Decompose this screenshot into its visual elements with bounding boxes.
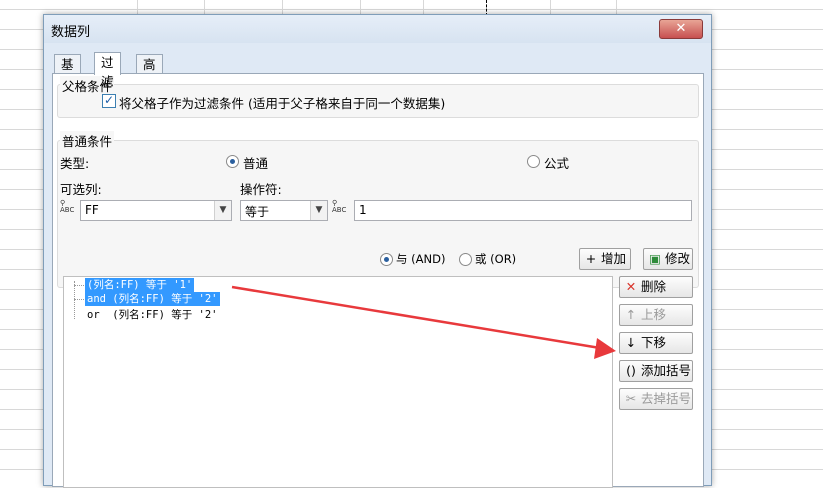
annotation-arrow — [231, 285, 616, 359]
arrow-head — [594, 338, 616, 359]
tab-filter[interactable]: 过滤 — [94, 52, 121, 89]
arrow-line — [231, 285, 601, 350]
